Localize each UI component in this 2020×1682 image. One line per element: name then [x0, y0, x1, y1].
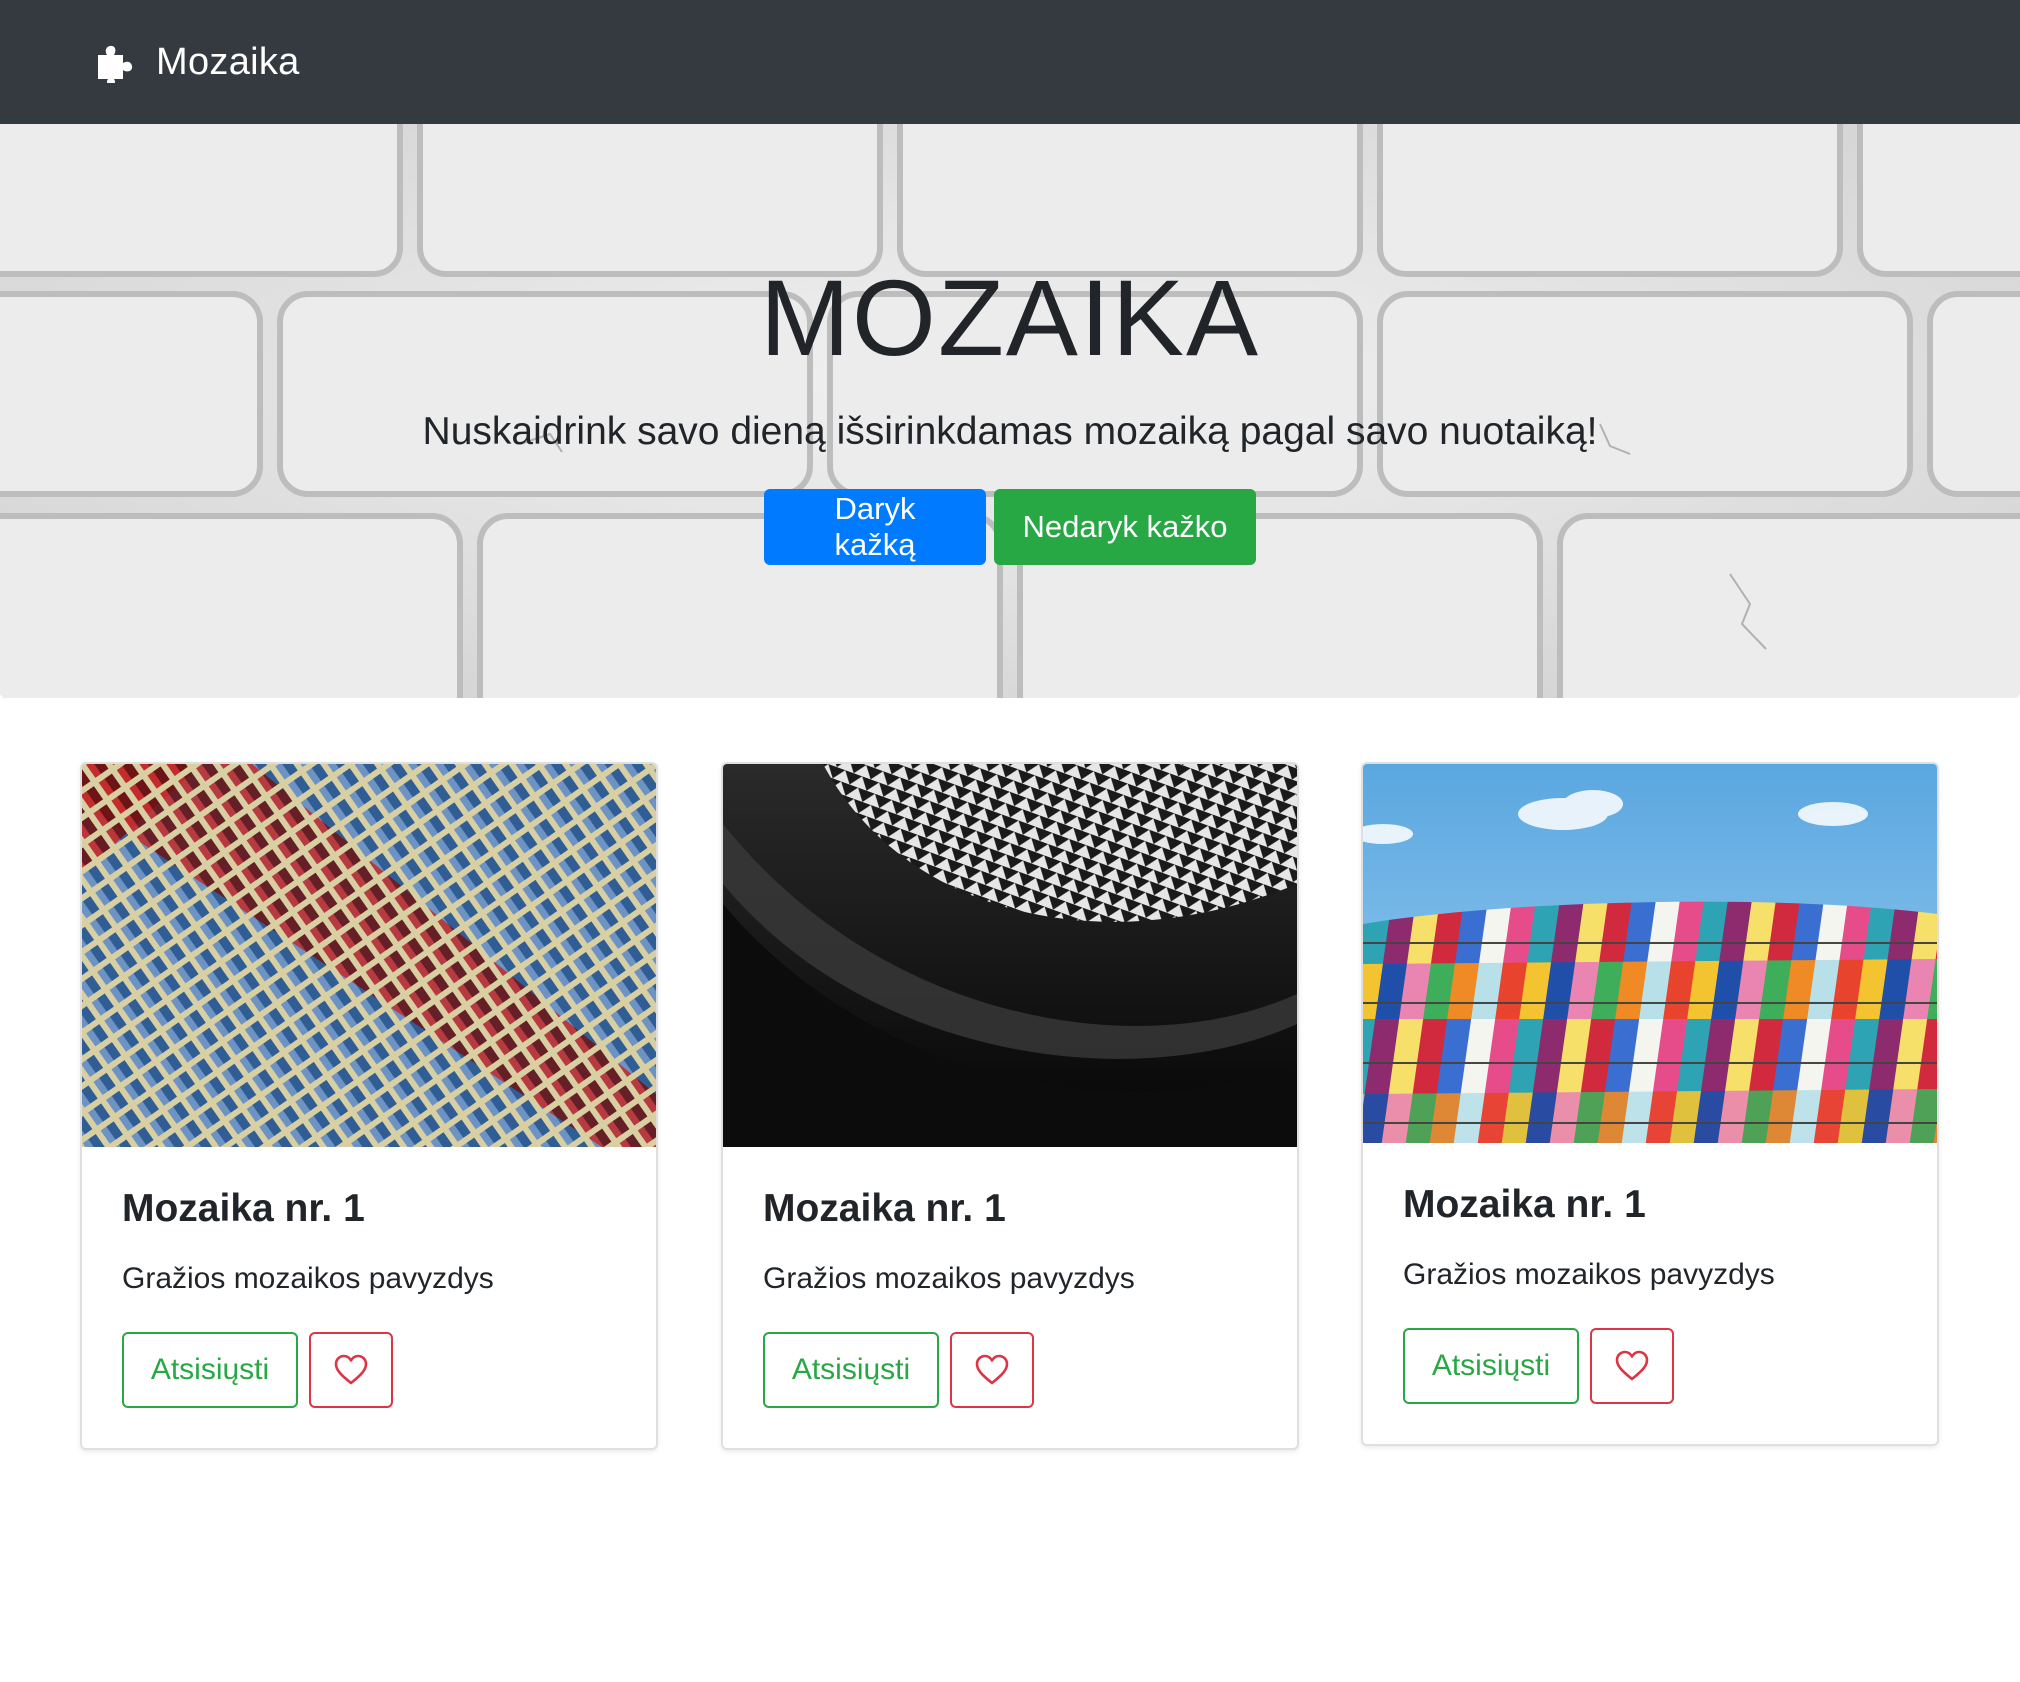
hero-content: MOZAIKA Nuskaidrink savo dieną išsirinkd… [0, 124, 2020, 698]
download-button[interactable]: Atsisiųsti [1403, 1328, 1579, 1404]
heart-icon [975, 1354, 1009, 1385]
heart-icon [1615, 1350, 1649, 1381]
like-button[interactable] [309, 1332, 393, 1408]
blue-red-building-facade-image [82, 764, 656, 1147]
card-actions: Atsisiųsti [1403, 1328, 1897, 1404]
navbar: Mozaika [0, 0, 2020, 124]
card-body: Mozaika nr. 1 Gražios mozaikos pavyzdys … [82, 1147, 656, 1448]
nedaryk-kazko-button[interactable]: Nedaryk kažko [994, 489, 1256, 565]
navbar-brand[interactable]: Mozaika [94, 41, 300, 84]
daryk-kazka-button[interactable]: Daryk kažką [764, 489, 986, 565]
hero-buttons: Daryk kažką Nedaryk kažko [764, 489, 1256, 565]
card-text: Gražios mozaikos pavyzdys [1403, 1258, 1775, 1291]
black-white-wave-architecture-image [723, 764, 1297, 1147]
card-title: Mozaika nr. 1 [1403, 1183, 1646, 1226]
colorful-glass-facade-sky-image [1363, 764, 1937, 1143]
hero-jumbotron: MOZAIKA Nuskaidrink savo dieną išsirinkd… [0, 124, 2020, 698]
puzzle-icon [98, 45, 133, 83]
card-actions: Atsisiųsti [763, 1332, 1257, 1408]
card-grid: Mozaika nr. 1 Gražios mozaikos pavyzdys … [0, 698, 2020, 1682]
like-button[interactable] [1590, 1328, 1674, 1404]
hero-lead: Nuskaidrink savo dieną išsirinkdamas moz… [422, 410, 1598, 453]
like-button[interactable] [950, 1332, 1034, 1408]
mosaic-card: Mozaika nr. 1 Gražios mozaikos pavyzdys … [1361, 762, 1939, 1446]
card-text: Gražios mozaikos pavyzdys [763, 1262, 1135, 1295]
mosaic-card: Mozaika nr. 1 Gražios mozaikos pavyzdys … [80, 762, 658, 1450]
mosaic-card: Mozaika nr. 1 Gražios mozaikos pavyzdys … [721, 762, 1299, 1450]
card-body: Mozaika nr. 1 Gražios mozaikos pavyzdys … [723, 1147, 1297, 1448]
card-actions: Atsisiųsti [122, 1332, 616, 1408]
download-button[interactable]: Atsisiųsti [763, 1332, 939, 1408]
hero-title: MOZAIKA [759, 257, 1261, 378]
download-button[interactable]: Atsisiųsti [122, 1332, 298, 1408]
card-title: Mozaika nr. 1 [122, 1187, 365, 1230]
card-body: Mozaika nr. 1 Gražios mozaikos pavyzdys … [1363, 1143, 1937, 1444]
card-text: Gražios mozaikos pavyzdys [122, 1262, 494, 1295]
heart-icon [334, 1354, 368, 1385]
navbar-brand-text: Mozaika [156, 40, 300, 83]
card-title: Mozaika nr. 1 [763, 1187, 1006, 1230]
